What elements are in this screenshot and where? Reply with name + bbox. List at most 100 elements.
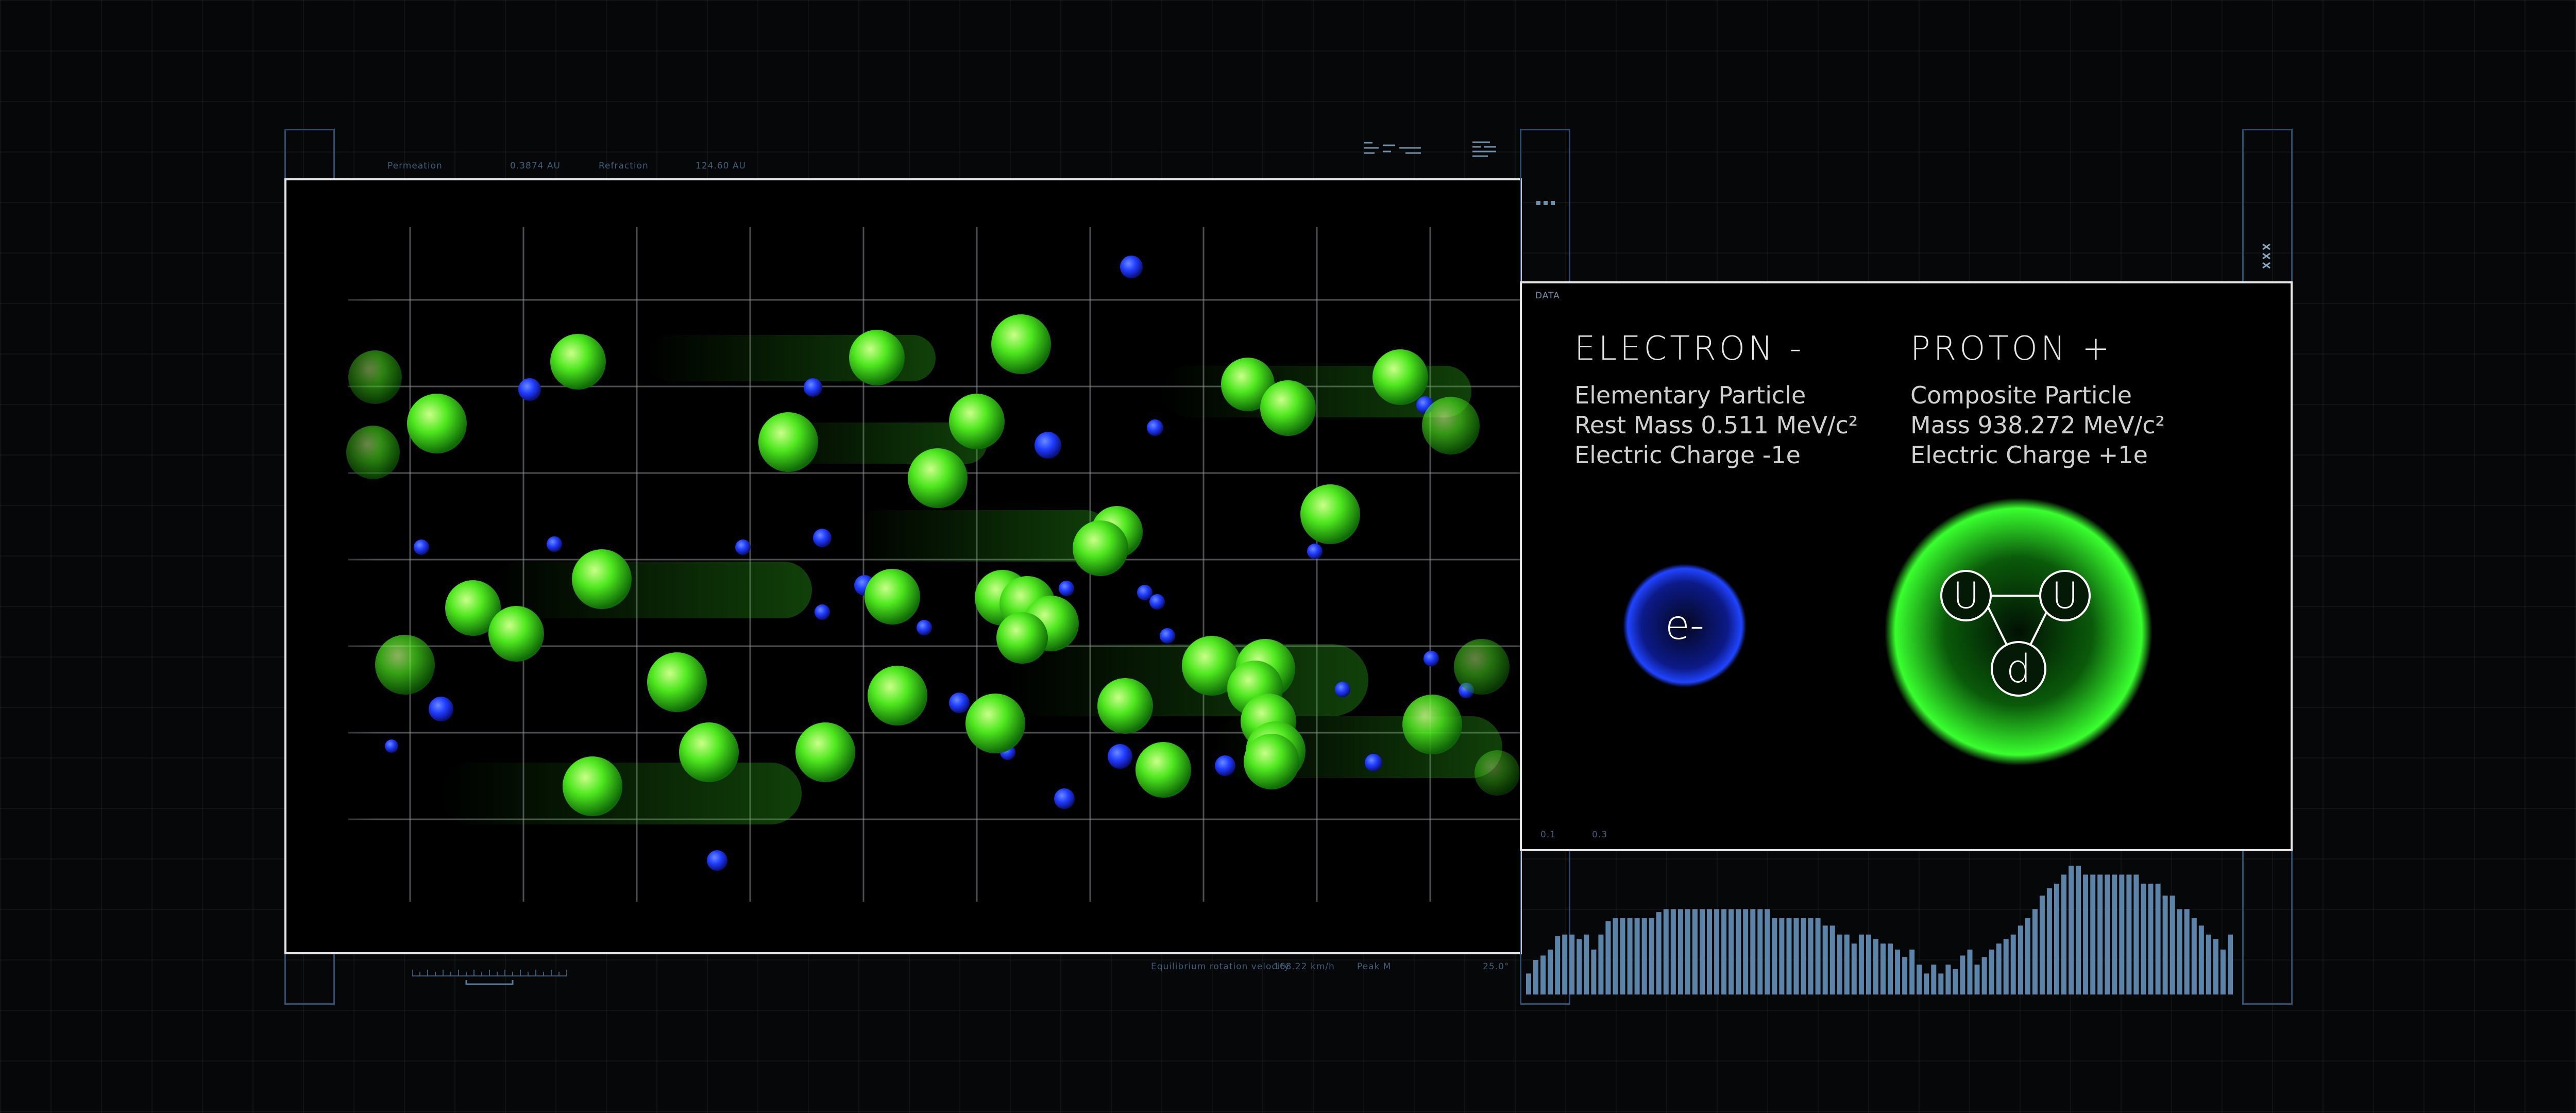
histogram-bar: [2039, 896, 2045, 994]
histogram-bar: [1721, 909, 1727, 994]
histogram-bar: [2032, 909, 2038, 994]
histogram-bar: [1591, 949, 1597, 994]
histogram-bar: [1649, 918, 1654, 994]
close-icon[interactable]: [2260, 242, 2275, 273]
histogram-bar: [1967, 949, 1973, 994]
histogram-bar: [2025, 918, 2030, 994]
histogram-bar: [1996, 943, 2002, 994]
proton-type: Composite Particle: [1910, 381, 2132, 409]
histogram-bar: [2206, 934, 2211, 994]
histogram-bar: [1743, 909, 1749, 994]
histogram-bar: [2119, 874, 2125, 994]
histogram-bar: [2105, 874, 2110, 994]
histogram-bar: [2133, 874, 2139, 994]
histogram-bar: [1569, 934, 1575, 994]
histogram-bar: [1938, 973, 1944, 994]
histogram-bar: [1801, 918, 1806, 994]
histogram-bar: [1931, 964, 1937, 994]
histogram-bar: [1960, 955, 1965, 994]
histogram-bar: [2018, 925, 2023, 994]
histogram-bar: [1851, 943, 1857, 994]
histogram-bar: [1895, 949, 1901, 994]
histogram-bar: [2112, 874, 2117, 994]
histogram-bar: [1584, 934, 1589, 994]
histogram-bar: [1815, 918, 1821, 994]
histogram-bar: [2213, 939, 2218, 994]
quark-u1: U: [1953, 575, 1979, 617]
histogram-bar: [2170, 896, 2175, 994]
permeation-value: 0.3874 AU: [510, 161, 561, 171]
histogram-bar: [2162, 896, 2168, 994]
data-panel-label: DATA: [1535, 291, 1560, 301]
histogram-bar: [2155, 883, 2161, 994]
electron-charge: Electric Charge -1e: [1574, 441, 1801, 469]
histogram-bar: [2191, 918, 2197, 994]
histogram-bar: [1924, 973, 1929, 994]
histogram-bar: [1627, 918, 1633, 994]
angle-label: 25.0°: [1483, 962, 1510, 972]
spectrum-histogram[interactable]: [1526, 855, 2235, 994]
histogram-bar: [1598, 934, 1604, 994]
histogram-bar: [1613, 918, 1618, 994]
histogram-bar: [2061, 874, 2066, 994]
histogram-bar: [1917, 964, 1922, 994]
data-axis-left: 0.1: [1540, 830, 1556, 840]
histogram-bar: [2198, 925, 2204, 994]
quark-d: d: [2006, 646, 2031, 692]
velocity-value: 168.22 km/h: [1274, 962, 1335, 972]
histogram-bar: [1634, 918, 1640, 994]
histogram-bar: [1844, 934, 1850, 994]
refraction-value: 124.60 AU: [696, 161, 746, 171]
histogram-bar: [2141, 883, 2146, 994]
histogram-bar: [1772, 918, 1777, 994]
histogram-bar: [1707, 909, 1712, 994]
histogram-bar: [1765, 909, 1770, 994]
histogram-bar: [1577, 939, 1582, 994]
particle-field: [286, 180, 1520, 952]
histogram-bar: [1700, 909, 1705, 994]
data-axis-right: 0.3: [1592, 830, 1608, 840]
histogram-bar: [1757, 909, 1763, 994]
histogram-bar: [2083, 874, 2089, 994]
bottom-ruler[interactable]: [412, 965, 567, 990]
histogram-bar: [1548, 949, 1553, 994]
histogram-bar: [2220, 949, 2226, 994]
histogram-bar: [2069, 866, 2074, 994]
histogram-bar: [2228, 934, 2233, 994]
histogram-bar: [1540, 955, 1546, 994]
histogram-bar: [1953, 969, 1958, 994]
histogram-bar: [1779, 918, 1785, 994]
permeation-label: Permeation: [387, 161, 443, 171]
quark-u2: U: [2052, 575, 2078, 617]
histogram-bar: [2184, 909, 2190, 994]
proton-icon: U U d: [1885, 498, 2153, 766]
histogram-bar: [1620, 918, 1625, 994]
histogram-bar: [2148, 883, 2154, 994]
status-glyphs: [1364, 140, 1498, 159]
histogram-bar: [1808, 918, 1814, 994]
refraction-label: Refraction: [599, 161, 649, 171]
histogram-bar: [1902, 957, 1908, 994]
histogram-bar: [2097, 874, 2103, 994]
histogram-bar: [1873, 939, 1878, 994]
histogram-bar: [1858, 934, 1864, 994]
proton-title: PROTON +: [1910, 330, 2113, 368]
histogram-bar: [1728, 909, 1734, 994]
histogram-bar: [1974, 964, 1980, 994]
histogram-bar: [1837, 934, 1842, 994]
histogram-bar: [1562, 934, 1568, 994]
histogram-bar: [1909, 949, 1915, 994]
velocity-label: Equilibrium rotation velocity: [1151, 962, 1290, 972]
histogram-bar: [1677, 909, 1683, 994]
proton-mass: Mass 938.272 MeV/c²: [1910, 411, 2165, 439]
histogram-bar: [1656, 912, 1662, 994]
electron-type: Elementary Particle: [1574, 381, 1806, 409]
electron-symbol: e-: [1665, 602, 1705, 649]
histogram-bar: [1641, 918, 1647, 994]
histogram-bar: [1555, 936, 1561, 994]
dots-icon[interactable]: [1536, 199, 1555, 206]
simulation-viewport[interactable]: [284, 178, 1522, 954]
histogram-bar: [1822, 925, 1828, 994]
histogram-bar: [1866, 934, 1871, 994]
histogram-bar: [1670, 909, 1676, 994]
